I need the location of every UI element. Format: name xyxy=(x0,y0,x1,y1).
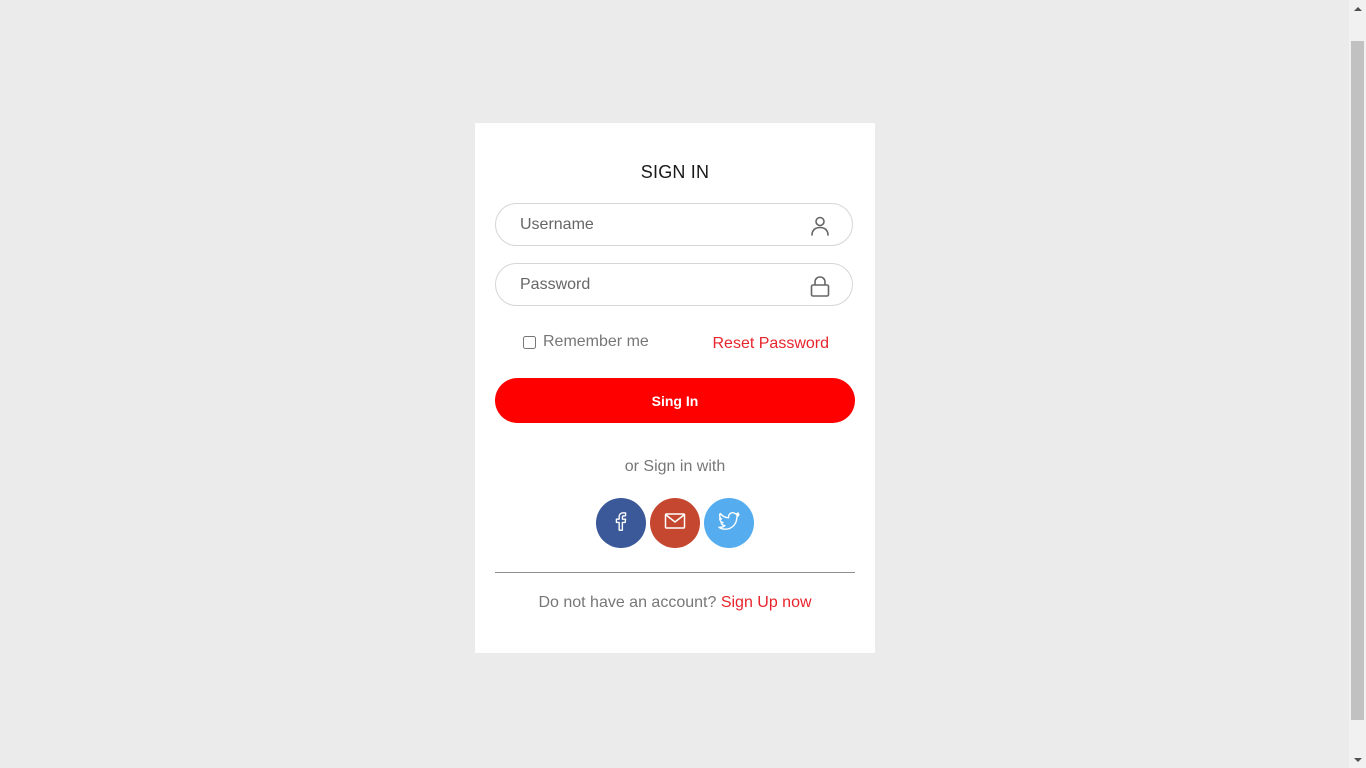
password-input[interactable] xyxy=(520,264,800,305)
password-field[interactable] xyxy=(495,263,853,306)
lock-icon xyxy=(808,274,832,298)
signup-prompt: Do not have an account? Sign Up now xyxy=(475,594,875,612)
twitter-icon xyxy=(716,509,742,538)
twitter-button[interactable] xyxy=(704,498,754,548)
username-input[interactable] xyxy=(520,204,800,245)
email-button[interactable] xyxy=(650,498,700,548)
footer-divider xyxy=(495,572,855,573)
remember-checkbox[interactable] xyxy=(523,335,536,349)
username-field[interactable] xyxy=(495,203,853,246)
no-account-text: Do not have an account? xyxy=(538,594,717,611)
remember-label: Remember me xyxy=(543,333,649,350)
user-icon xyxy=(808,214,832,238)
signup-link[interactable]: Sign Up now xyxy=(721,594,812,611)
scroll-down-arrow-icon[interactable] xyxy=(1349,751,1366,768)
signin-card: SIGN IN Remember me Reset Password Sing … xyxy=(475,123,875,653)
remember-me[interactable]: Remember me xyxy=(523,333,649,351)
reset-password-link[interactable]: Reset Password xyxy=(713,333,830,355)
facebook-button[interactable] xyxy=(596,498,646,548)
remember-row: Remember me Reset Password xyxy=(475,333,875,355)
signin-button[interactable]: Sing In xyxy=(495,378,855,423)
page-scrollbar[interactable] xyxy=(1349,0,1366,768)
social-buttons xyxy=(596,498,754,548)
scroll-thumb[interactable] xyxy=(1351,41,1364,720)
alt-signin-label: or Sign in with xyxy=(624,458,726,475)
form-title: SIGN IN xyxy=(640,162,710,182)
scroll-up-arrow-icon[interactable] xyxy=(1349,0,1366,17)
facebook-icon xyxy=(610,509,632,538)
mail-icon xyxy=(663,509,687,538)
